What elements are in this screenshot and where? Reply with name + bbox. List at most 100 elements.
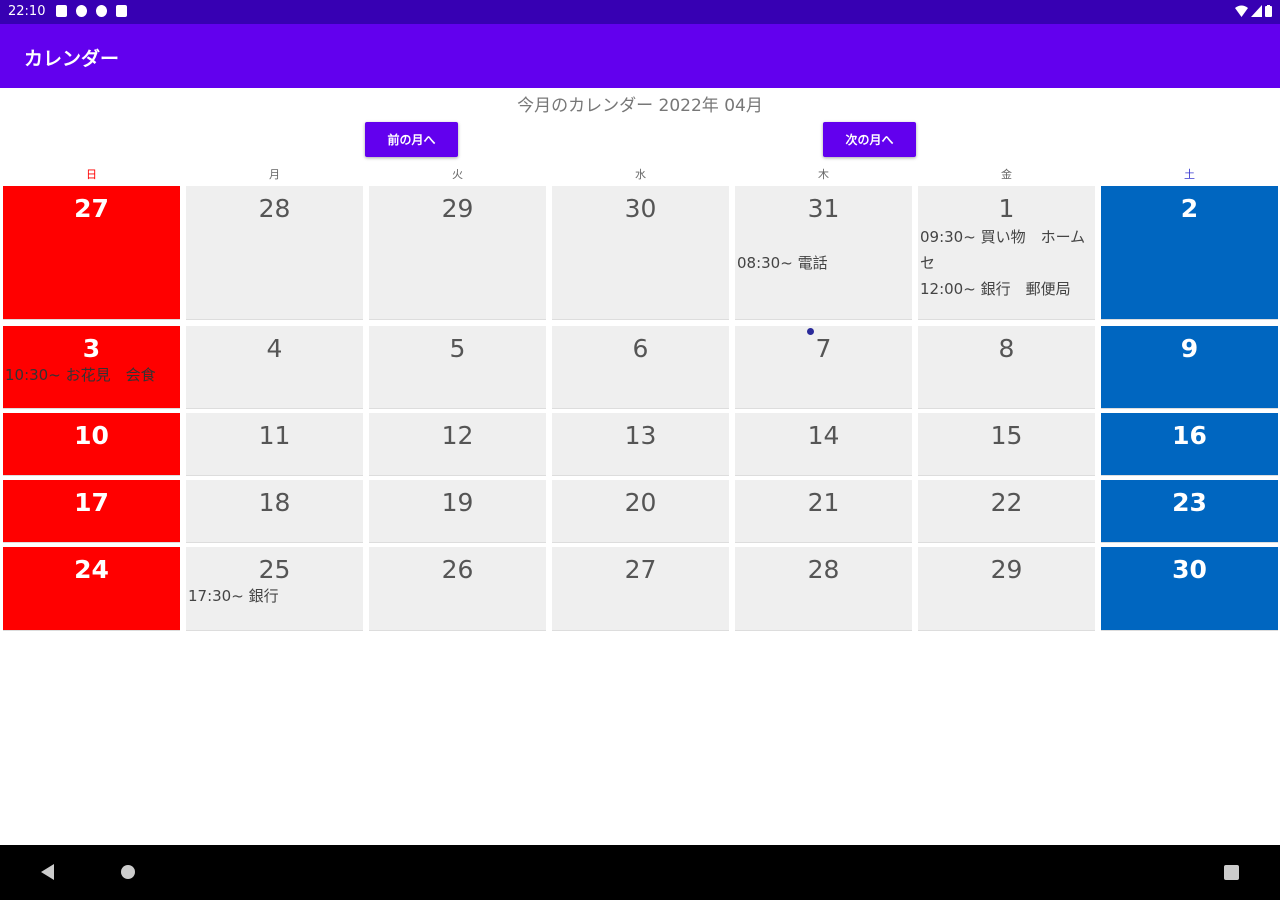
day-number: 3 xyxy=(82,334,101,363)
day-number: 4 xyxy=(266,334,283,363)
day-number: 31 xyxy=(807,194,840,223)
day-cell[interactable]: 15 xyxy=(918,413,1095,476)
weekday-label: 金 xyxy=(1001,168,1012,181)
day-cell[interactable]: 28 xyxy=(735,547,912,631)
day-cell[interactable]: 23 xyxy=(1101,480,1278,543)
day-number: 28 xyxy=(258,194,291,223)
status-system-icons xyxy=(1235,5,1272,17)
event-entry[interactable]: 08:30~ 電話 xyxy=(737,250,828,276)
day-number: 26 xyxy=(441,555,474,584)
day-cell[interactable]: 10 xyxy=(3,413,180,476)
day-cell[interactable]: 31 08:30~ 電話 xyxy=(735,186,912,320)
day-number: 9 xyxy=(1180,334,1199,363)
day-number: 22 xyxy=(990,488,1023,517)
event-entry[interactable]: 17:30~ 銀行 xyxy=(188,583,279,609)
app-title: カレンダー xyxy=(24,48,120,70)
home-icon[interactable] xyxy=(121,865,135,879)
recent-apps-icon[interactable] xyxy=(1224,865,1239,880)
day-number: 15 xyxy=(990,421,1023,450)
day-number: 14 xyxy=(807,421,840,450)
day-number: 30 xyxy=(624,194,657,223)
day-number: 11 xyxy=(258,421,291,450)
day-cell[interactable]: 5 xyxy=(369,326,546,409)
day-cell[interactable]: 27 xyxy=(552,547,729,631)
status-notification-icons xyxy=(56,5,127,17)
day-cell[interactable]: 7 xyxy=(735,326,912,409)
day-cell[interactable]: 24 xyxy=(3,547,180,631)
prev-month-button[interactable]: 前の月へ xyxy=(365,122,458,157)
day-number: 16 xyxy=(1172,421,1207,450)
day-number: 27 xyxy=(74,194,109,223)
day-cell[interactable]: 1 09:30~ 買い物 ホームセ 12:00~ 銀行 郵便局 xyxy=(918,186,1095,320)
day-number: 1 xyxy=(998,194,1015,223)
day-cell[interactable]: 9 xyxy=(1101,326,1278,409)
day-cell[interactable]: 17 xyxy=(3,480,180,543)
day-number: 2 xyxy=(1180,194,1199,223)
weekday-label: 日 xyxy=(86,168,97,181)
day-cell[interactable]: 19 xyxy=(369,480,546,543)
day-cell[interactable]: 14 xyxy=(735,413,912,476)
day-number: 20 xyxy=(624,488,657,517)
event-entry[interactable]: 09:30~ 買い物 ホームセ xyxy=(920,224,1095,276)
status-time: 22:10 xyxy=(8,4,46,19)
weekday-header-row: 日月火水木金土 xyxy=(0,166,1280,184)
f-app-icon xyxy=(96,5,107,17)
day-cell[interactable]: 20 xyxy=(552,480,729,543)
today-indicator-dot xyxy=(807,328,814,335)
day-number: 10 xyxy=(74,421,109,450)
back-icon[interactable] xyxy=(41,864,54,880)
event-entry[interactable]: 10:30~ お花見 会食 xyxy=(5,362,156,388)
day-cell[interactable]: 16 xyxy=(1101,413,1278,476)
event-entry[interactable]: 12:00~ 銀行 郵便局 xyxy=(920,276,1071,302)
day-cell[interactable]: 29 xyxy=(918,547,1095,631)
day-number: 29 xyxy=(441,194,474,223)
day-cell[interactable]: 11 xyxy=(186,413,363,476)
day-cell[interactable]: 4 xyxy=(186,326,363,409)
day-cell[interactable]: 30 xyxy=(1101,547,1278,631)
signal-icon xyxy=(1251,5,1262,17)
day-number: 29 xyxy=(990,555,1023,584)
day-number: 8 xyxy=(998,334,1015,363)
day-cell[interactable]: 8 xyxy=(918,326,1095,409)
weekday-label: 木 xyxy=(818,168,829,181)
weekday-label: 火 xyxy=(452,168,463,181)
day-number: 24 xyxy=(74,555,109,584)
day-number: 30 xyxy=(1172,555,1207,584)
day-number: 5 xyxy=(449,334,466,363)
day-cell[interactable]: 22 xyxy=(918,480,1095,543)
day-cell[interactable]: 26 xyxy=(369,547,546,631)
day-cell[interactable]: 28 xyxy=(186,186,363,320)
day-number: 27 xyxy=(624,555,657,584)
day-number: 21 xyxy=(807,488,840,517)
day-number: 18 xyxy=(258,488,291,517)
battery-icon xyxy=(1265,5,1272,17)
day-cell[interactable]: 27 xyxy=(3,186,180,320)
day-number: 28 xyxy=(807,555,840,584)
download-icon xyxy=(76,5,87,17)
weekday-label: 水 xyxy=(635,168,646,181)
clipboard-icon xyxy=(116,5,127,17)
day-cell[interactable]: 21 xyxy=(735,480,912,543)
day-cell[interactable]: 3 10:30~ お花見 会食 xyxy=(3,326,180,409)
day-cell[interactable]: 18 xyxy=(186,480,363,543)
wifi-icon xyxy=(1235,5,1248,17)
day-cell[interactable]: 30 xyxy=(552,186,729,320)
month-title: 今月のカレンダー 2022年 04月 xyxy=(517,96,763,116)
day-number: 25 xyxy=(258,555,291,584)
day-cell[interactable]: 12 xyxy=(369,413,546,476)
day-number: 7 xyxy=(815,334,832,363)
day-number: 23 xyxy=(1172,488,1207,517)
next-month-button[interactable]: 次の月へ xyxy=(823,122,916,157)
day-number: 19 xyxy=(441,488,474,517)
day-number: 12 xyxy=(441,421,474,450)
day-cell[interactable]: 25 17:30~ 銀行 xyxy=(186,547,363,631)
day-cell[interactable]: 29 xyxy=(369,186,546,320)
day-number: 13 xyxy=(624,421,657,450)
day-cell[interactable]: 2 xyxy=(1101,186,1278,320)
notification-icon xyxy=(56,5,67,17)
day-cell[interactable]: 6 xyxy=(552,326,729,409)
weekday-label: 土 xyxy=(1184,168,1195,181)
day-cell[interactable]: 13 xyxy=(552,413,729,476)
day-number: 17 xyxy=(74,488,109,517)
status-bar: 22:10 xyxy=(0,0,1280,24)
